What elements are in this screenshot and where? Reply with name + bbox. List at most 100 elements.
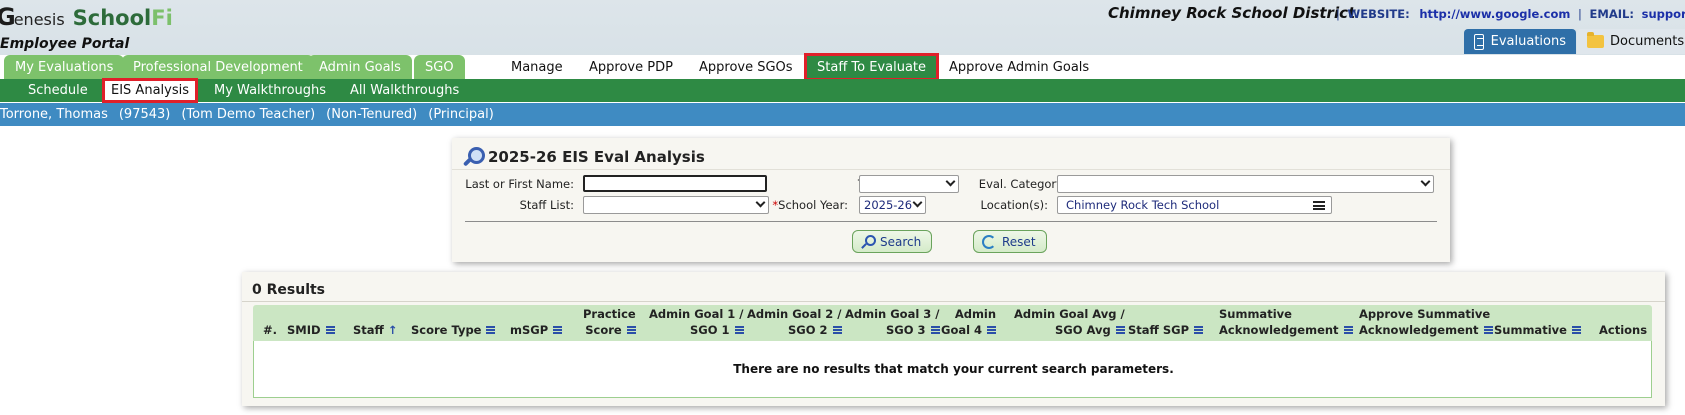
results-table-body: There are no results that match your cur… xyxy=(253,341,1652,398)
website-label: WEBSITE: xyxy=(1347,7,1410,21)
school-year-label: *School Year: xyxy=(772,198,848,212)
locations-label: Location(s): xyxy=(980,198,1048,212)
name-label: Last or First Name: xyxy=(465,177,574,191)
staff-list-select[interactable] xyxy=(583,196,769,214)
menu-icon xyxy=(1313,201,1325,210)
col-score-type[interactable]: Score Type xyxy=(411,322,496,338)
chevron-down-icon xyxy=(755,197,766,208)
column-menu-icon[interactable] xyxy=(832,326,842,334)
col-admin-goal-4[interactable]: Admin Goal 4 xyxy=(941,306,997,338)
name-input[interactable] xyxy=(583,175,767,192)
subtab-my-walkthroughs[interactable]: My Walkthroughs xyxy=(206,79,334,102)
col-summative[interactable]: Summative xyxy=(1494,322,1581,338)
logo-fi: Fi xyxy=(151,6,173,30)
col-admin-goal-avg[interactable]: Admin Goal Avg / SGO Avg xyxy=(1014,306,1125,338)
search-panel-title: 2025-26 EIS Eval Analysis xyxy=(462,146,705,168)
column-menu-icon[interactable] xyxy=(486,326,496,334)
logo-school: School xyxy=(72,6,152,30)
magnifier-icon xyxy=(462,146,485,168)
chevron-down-icon xyxy=(1420,176,1431,187)
contact-info: | WEBSITE: http://www.google.com | EMAIL… xyxy=(1332,7,1685,21)
locations-select[interactable]: Chimney Rock Tech School xyxy=(1057,196,1332,214)
column-menu-icon[interactable] xyxy=(626,326,636,334)
search-button-label: Search xyxy=(880,234,922,249)
locations-select-value: Chimney Rock Tech School xyxy=(1066,198,1220,212)
logo-g: G xyxy=(0,3,16,31)
column-menu-icon[interactable] xyxy=(1115,326,1125,334)
search-button[interactable]: Search xyxy=(852,230,933,253)
portal-title: Employee Portal xyxy=(0,36,130,52)
tab-my-evaluations[interactable]: My Evaluations xyxy=(4,55,125,79)
search-icon xyxy=(861,234,876,249)
district-name: Chimney Rock School District xyxy=(1108,4,1356,22)
subtab-schedule[interactable]: Schedule xyxy=(20,79,96,102)
user-name: Torrone, Thomas xyxy=(0,107,108,122)
tab-sgo[interactable]: SGO xyxy=(414,55,465,79)
folder-icon xyxy=(1587,32,1604,48)
user-display-name: (Tom Demo Teacher) xyxy=(181,107,316,122)
column-menu-icon[interactable] xyxy=(325,326,335,334)
results-panel: 0 Results #. SMID Staff ↑ Score Type mSGP… xyxy=(242,272,1665,406)
col-admin-goal-3[interactable]: Admin Goal 3 /SGO 3 xyxy=(845,306,940,338)
subtab-eis-analysis[interactable]: EIS Analysis xyxy=(102,78,198,103)
col-admin-goal-2[interactable]: Admin Goal 2 /SGO 2 xyxy=(747,306,842,338)
school-year-select-value: 2025-26 xyxy=(864,198,913,212)
main-tab-row: My Evaluations Professional Development … xyxy=(0,53,1685,81)
eval-category-select[interactable] xyxy=(1057,175,1434,193)
subtab-all-walkthroughs[interactable]: All Walkthroughs xyxy=(342,79,467,102)
refresh-icon xyxy=(982,234,996,249)
col-num: #. xyxy=(263,323,278,337)
col-smid[interactable]: SMID xyxy=(287,322,335,338)
search-panel-title-text: 2025-26 EIS Eval Analysis xyxy=(488,148,705,166)
sub-navigation: Schedule EIS Analysis My Walkthroughs Al… xyxy=(0,78,1685,103)
col-practice-score[interactable]: Practice Score xyxy=(583,306,636,338)
tab-staff-to-evaluate[interactable]: Staff To Evaluate xyxy=(803,53,940,81)
column-menu-icon[interactable] xyxy=(553,326,563,334)
reset-button[interactable]: Reset xyxy=(973,230,1047,253)
column-menu-icon[interactable] xyxy=(1194,326,1204,334)
user-role: (Principal) xyxy=(428,107,494,122)
col-staff[interactable]: Staff ↑ xyxy=(353,322,398,338)
column-menu-icon[interactable] xyxy=(1571,326,1581,334)
col-staff-sgp[interactable]: Staff SGP xyxy=(1128,322,1204,338)
tab-manage[interactable]: Manage xyxy=(500,55,574,79)
tab-approve-admin-goals[interactable]: Approve Admin Goals xyxy=(938,55,1100,79)
documents-button[interactable]: Documents xyxy=(1577,29,1685,54)
user-info-bar: Torrone, Thomas (97543) (Tom Demo Teache… xyxy=(0,103,1685,126)
evaluations-button[interactable]: Evaluations xyxy=(1464,29,1576,54)
col-summative-acknowledgement[interactable]: Summative Acknowledgement xyxy=(1219,306,1353,338)
tab-approve-sgos[interactable]: Approve SGOs xyxy=(688,55,804,79)
divider xyxy=(452,169,1450,170)
genesis-schoolfi-logo[interactable]: Genesis SchoolFi xyxy=(0,3,173,31)
school-year-select[interactable]: 2025-26 xyxy=(859,196,926,214)
column-menu-icon[interactable] xyxy=(1343,326,1353,334)
chevron-down-icon xyxy=(945,176,956,187)
results-table-header: #. SMID Staff ↑ Score Type mSGP Practice S… xyxy=(253,305,1652,341)
tab-approve-pdp[interactable]: Approve PDP xyxy=(578,55,684,79)
document-edit-icon xyxy=(1474,33,1484,50)
user-tenure: (Non-Tenured) xyxy=(326,107,418,122)
tab-professional-development[interactable]: Professional Development xyxy=(122,55,314,79)
column-menu-icon[interactable] xyxy=(734,326,744,334)
col-msgp[interactable]: mSGP xyxy=(510,322,563,338)
tenure-select[interactable] xyxy=(859,175,959,193)
email-link[interactable]: support@mydi xyxy=(1642,7,1685,21)
empty-results-message: There are no results that match your cur… xyxy=(733,362,1174,376)
column-menu-icon[interactable] xyxy=(1483,326,1493,334)
reset-button-label: Reset xyxy=(1002,234,1036,249)
divider xyxy=(465,221,1437,222)
col-approve-summative-acknowledgement[interactable]: Approve Summative Acknowledgement xyxy=(1359,306,1493,338)
col-actions: Actions xyxy=(1599,323,1648,337)
col-admin-goal-1[interactable]: Admin Goal 1 /SGO 1 xyxy=(649,306,744,338)
tab-admin-goals[interactable]: Admin Goals xyxy=(308,55,412,79)
search-panel: 2025-26 EIS Eval Analysis Last or First … xyxy=(452,138,1450,262)
divider xyxy=(242,301,1665,302)
column-menu-icon[interactable] xyxy=(930,326,940,334)
website-link[interactable]: http://www.google.com xyxy=(1419,7,1570,21)
user-id: (97543) xyxy=(118,107,171,122)
column-menu-icon[interactable] xyxy=(987,326,997,334)
documents-label: Documents xyxy=(1610,34,1685,49)
sort-ascending-icon[interactable]: ↑ xyxy=(388,323,398,337)
evaluations-label: Evaluations xyxy=(1490,34,1566,49)
results-count: 0 Results xyxy=(252,282,326,298)
